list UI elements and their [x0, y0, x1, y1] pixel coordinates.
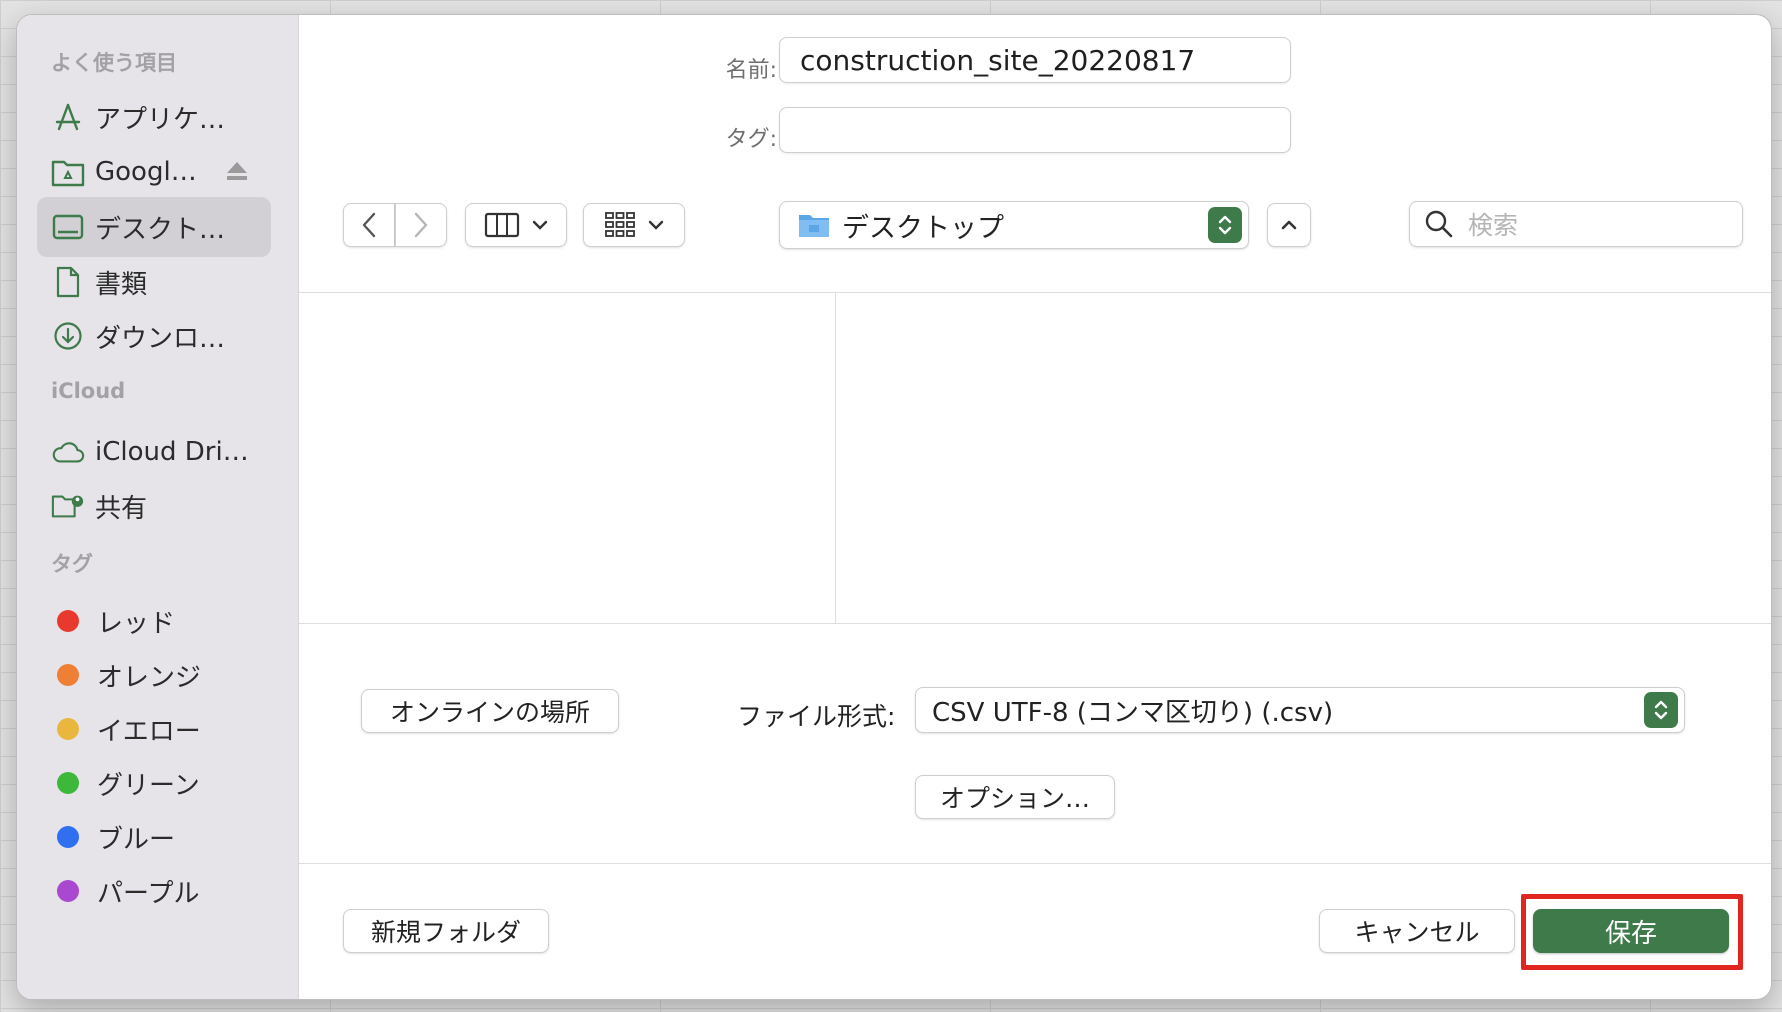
separator: [299, 623, 1771, 624]
sidebar-item-label: イエロー: [97, 716, 201, 747]
file-format-select[interactable]: CSV UTF-8 (コンマ区切り) (.csv): [915, 687, 1685, 733]
tags-header: タグ: [51, 552, 93, 576]
chevron-left-icon: [362, 212, 376, 238]
save-dialog: よく使う項目 アプリケ… Googl… デスクト… 書類 ダウンロ… iClou…: [16, 14, 1772, 1000]
sidebar-item-label: iCloud Dri…: [95, 437, 249, 467]
columns-view-icon: [484, 212, 520, 238]
applications-icon: [51, 100, 85, 134]
sidebar: よく使う項目 アプリケ… Googl… デスクト… 書類 ダウンロ… iClou…: [17, 15, 299, 999]
group-view-button[interactable]: [583, 203, 685, 247]
expand-collapse-button[interactable]: [1267, 203, 1311, 247]
sidebar-item-label: Googl…: [95, 157, 197, 187]
download-icon: [51, 319, 85, 353]
file-format-label: ファイル形式:: [737, 702, 896, 731]
file-format-value: CSV UTF-8 (コンマ区切り) (.csv): [932, 697, 1334, 728]
sidebar-tag-blue[interactable]: ブルー: [37, 807, 271, 867]
eject-icon[interactable]: [225, 160, 249, 186]
search-icon: [1425, 210, 1453, 238]
search-placeholder: 検索: [1468, 211, 1519, 240]
google-drive-folder-icon: [51, 155, 85, 189]
sidebar-item-label: アプリケ…: [95, 104, 226, 135]
forward-button[interactable]: [395, 203, 447, 247]
location-label: デスクトップ: [842, 212, 1004, 244]
icloud-icon: [51, 435, 85, 469]
file-column-1[interactable]: [300, 293, 835, 623]
name-label: 名前:: [725, 58, 777, 83]
sidebar-tag-green[interactable]: グリーン: [37, 753, 271, 813]
sidebar-tag-yellow[interactable]: イエロー: [37, 699, 271, 759]
sidebar-item-label: グリーン: [97, 770, 200, 801]
sidebar-item-google-drive[interactable]: Googl…: [37, 142, 271, 202]
sidebar-item-downloads[interactable]: ダウンロ…: [37, 306, 271, 366]
sidebar-item-desktop[interactable]: デスクト…: [37, 197, 271, 257]
sidebar-item-documents[interactable]: 書類: [37, 252, 271, 312]
new-folder-button[interactable]: 新規フォルダ: [343, 909, 549, 953]
online-locations-button[interactable]: オンラインの場所: [361, 689, 619, 733]
document-icon: [51, 265, 85, 299]
folder-icon: [799, 215, 829, 237]
options-button[interactable]: オプション…: [915, 775, 1115, 819]
chevron-down-icon: [532, 220, 548, 230]
sidebar-item-label: 書類: [95, 269, 148, 300]
filename-input[interactable]: construction_site_20220817: [779, 37, 1291, 83]
favorites-header: よく使う項目: [51, 51, 177, 75]
sidebar-item-label: ダウンロ…: [95, 323, 226, 354]
chevron-right-icon: [414, 212, 428, 238]
yellow-tag-dot-icon: [57, 718, 79, 740]
cancel-button[interactable]: キャンセル: [1319, 909, 1515, 953]
sidebar-item-applications[interactable]: アプリケ…: [37, 87, 271, 147]
column-view-button[interactable]: [465, 203, 567, 247]
desktop-icon: [51, 210, 85, 244]
sidebar-item-label: レッド: [97, 608, 176, 639]
up-down-arrows-icon: [1208, 207, 1242, 243]
sidebar-item-icloud-drive[interactable]: iCloud Dri…: [37, 422, 271, 482]
up-down-arrows-icon: [1644, 692, 1678, 728]
sidebar-item-label: 共有: [95, 493, 148, 524]
back-button[interactable]: [343, 203, 395, 247]
blue-tag-dot-icon: [57, 826, 79, 848]
search-field[interactable]: 検索: [1409, 201, 1743, 247]
icloud-header: iCloud: [51, 379, 126, 403]
sidebar-item-label: デスクト…: [95, 214, 226, 245]
separator: [299, 863, 1771, 864]
save-button-highlight: [1521, 894, 1743, 970]
shared-folder-icon: [51, 489, 85, 523]
sidebar-item-shared[interactable]: 共有: [37, 476, 271, 536]
chevron-down-icon: [648, 220, 664, 230]
sidebar-tag-purple[interactable]: パープル: [37, 861, 271, 921]
sidebar-item-label: ブルー: [97, 824, 176, 855]
sidebar-tag-orange[interactable]: オレンジ: [37, 645, 271, 705]
green-tag-dot-icon: [57, 772, 79, 794]
chevron-up-icon: [1281, 220, 1297, 230]
grid-view-icon: [605, 212, 635, 237]
purple-tag-dot-icon: [57, 880, 79, 902]
sidebar-tag-red[interactable]: レッド: [37, 591, 271, 651]
sidebar-item-label: パープル: [97, 878, 200, 909]
red-tag-dot-icon: [57, 610, 79, 632]
tags-label: タグ:: [725, 127, 777, 152]
file-column-2[interactable]: [836, 293, 1771, 623]
orange-tag-dot-icon: [57, 664, 79, 686]
tags-input[interactable]: [779, 107, 1291, 153]
location-popup[interactable]: デスクトップ: [779, 201, 1249, 249]
sidebar-item-label: オレンジ: [97, 662, 202, 693]
